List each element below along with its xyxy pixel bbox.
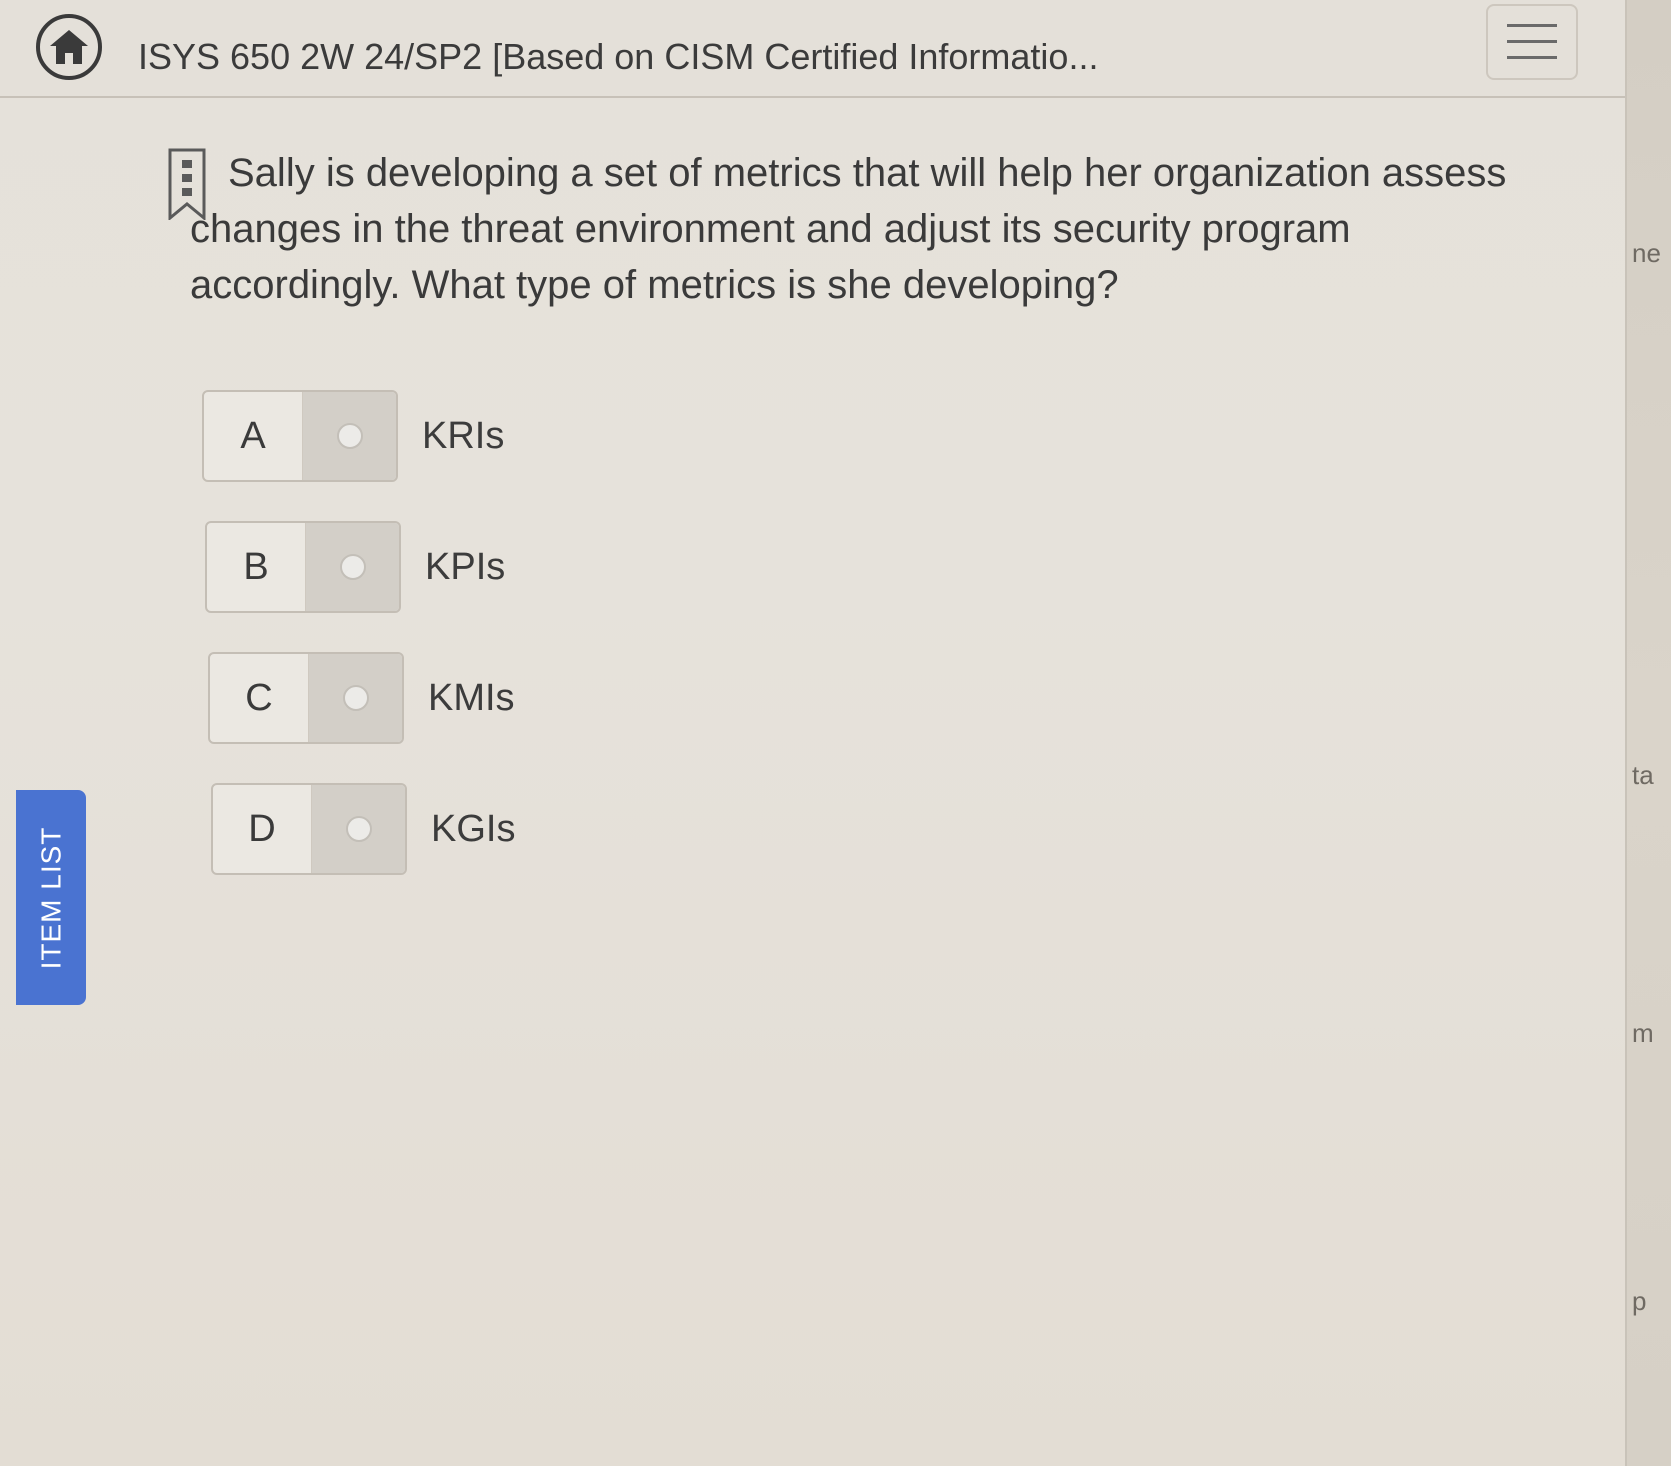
background-text-fragment: ne	[1632, 238, 1661, 268]
radio-button-icon[interactable]	[342, 685, 369, 711]
option-label: KPIs	[425, 545, 506, 588]
header-bar: ISYS 650 2W 24/SP2 [Based on CISM Certif…	[0, 0, 1625, 98]
hamburger-menu-icon	[1507, 24, 1557, 59]
option-letter: C	[210, 654, 309, 742]
option-b[interactable]: B KPIs	[205, 521, 505, 613]
background-text-fragment: p	[1632, 1286, 1647, 1316]
home-icon	[50, 30, 88, 64]
item-list-tab[interactable]: ITEM LIST	[16, 790, 86, 1005]
option-selector[interactable]: A	[202, 390, 398, 482]
radio-button-icon[interactable]	[339, 554, 366, 580]
radio-cell[interactable]	[309, 654, 402, 742]
radio-cell[interactable]	[303, 392, 396, 480]
course-title: ISYS 650 2W 24/SP2 [Based on CISM Certif…	[138, 36, 1099, 77]
background-window-edge	[1627, 0, 1671, 1466]
option-label: KGIs	[431, 807, 516, 850]
option-selector[interactable]: B	[205, 521, 401, 613]
menu-button[interactable]	[1486, 4, 1578, 80]
option-letter: D	[213, 785, 312, 873]
radio-cell[interactable]	[306, 523, 399, 611]
option-label: KRIs	[422, 414, 505, 457]
item-list-label: ITEM LIST	[35, 826, 67, 969]
option-d[interactable]: D KGIs	[211, 783, 515, 875]
option-label: KMIs	[428, 676, 515, 719]
option-c[interactable]: C KMIs	[208, 652, 515, 744]
option-selector[interactable]: D	[211, 783, 407, 875]
background-text-fragment: ta	[1632, 760, 1654, 790]
option-a[interactable]: A KRIs	[202, 390, 504, 482]
option-letter: A	[204, 392, 303, 480]
background-text-fragment: m	[1632, 1018, 1654, 1048]
home-button[interactable]	[36, 14, 102, 80]
option-selector[interactable]: C	[208, 652, 404, 744]
question-text: Sally is developing a set of metrics tha…	[190, 151, 1507, 307]
option-letter: B	[207, 523, 306, 611]
radio-button-icon[interactable]	[345, 816, 372, 842]
radio-cell[interactable]	[312, 785, 405, 873]
radio-button-icon[interactable]	[336, 423, 363, 449]
